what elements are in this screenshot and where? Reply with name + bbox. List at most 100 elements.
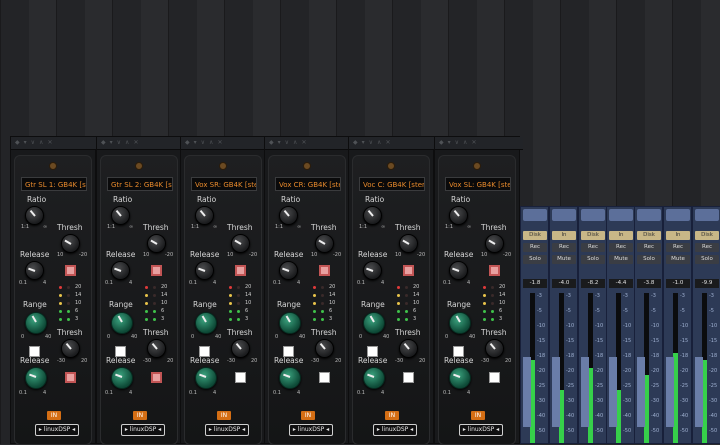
strip-header[interactable]: ◆ ▾ ∨ ∧ ✕ [97,137,185,150]
header-icon[interactable]: ▾ [194,139,197,146]
release2-knob[interactable] [195,367,217,389]
header-icon[interactable]: ◆ [101,139,106,146]
record-button[interactable]: Rec [637,243,661,252]
record-button[interactable]: Rec [695,243,719,252]
mixer-input-button[interactable] [695,209,719,221]
gain-fader[interactable] [695,357,703,427]
header-icon[interactable]: ▾ [110,139,113,146]
header-icon[interactable]: ✕ [217,139,222,146]
strip-header[interactable]: ◆ ▾ ∨ ∧ ✕ [11,137,99,150]
release-knob[interactable] [195,261,214,280]
solo-mute-button[interactable]: Mute [552,255,576,264]
mixer-input-button[interactable] [637,209,661,221]
release2-knob[interactable] [449,367,471,389]
thresh2-knob[interactable] [399,339,418,358]
ratio-knob[interactable] [195,206,214,225]
bypass-button[interactable] [489,372,500,383]
header-icon[interactable]: ◆ [439,139,444,146]
gate-button[interactable] [235,265,246,276]
header-icon[interactable]: ∧ [463,139,467,146]
record-button[interactable]: Rec [552,243,576,252]
gain-fader[interactable] [552,357,560,427]
release-knob[interactable] [363,261,382,280]
range-knob[interactable] [195,312,217,334]
release2-knob[interactable] [111,367,133,389]
record-button[interactable]: Rec [523,243,547,252]
release2-knob[interactable] [25,367,47,389]
strip-header[interactable]: ◆ ▾ ∨ ∧ ✕ [181,137,269,150]
solo-mute-button[interactable]: Solo [695,255,719,264]
header-icon[interactable]: ✕ [471,139,476,146]
bypass-button[interactable] [319,372,330,383]
header-icon[interactable]: ▾ [278,139,281,146]
record-button[interactable]: Rec [666,243,690,252]
gate-button[interactable] [403,265,414,276]
range-knob[interactable] [449,312,471,334]
release-knob[interactable] [111,261,130,280]
range-knob[interactable] [111,312,133,334]
header-icon[interactable]: ✕ [47,139,52,146]
thresh-knob[interactable] [231,234,250,253]
header-icon[interactable]: ▾ [24,139,27,146]
header-icon[interactable]: ◆ [15,139,20,146]
bypass-button[interactable] [235,372,246,383]
release-knob[interactable] [25,261,44,280]
solo-mute-button[interactable]: Solo [523,255,547,264]
thresh2-knob[interactable] [61,339,80,358]
header-icon[interactable]: ✕ [301,139,306,146]
disk-in-button[interactable]: In [552,231,576,240]
header-icon[interactable]: ∨ [201,139,205,146]
mixer-input-button[interactable] [581,209,605,221]
header-icon[interactable]: ◆ [269,139,274,146]
header-icon[interactable]: ∧ [39,139,43,146]
strip-header[interactable]: ◆ ▾ ∨ ∧ ✕ [435,137,523,150]
solo-mute-button[interactable]: Mute [609,255,633,264]
disk-in-button[interactable]: In [666,231,690,240]
ratio-knob[interactable] [279,206,298,225]
mixer-input-button[interactable] [609,209,633,221]
release-knob[interactable] [449,261,468,280]
gain-fader[interactable] [523,357,531,427]
record-button[interactable]: Rec [609,243,633,252]
gain-fader[interactable] [666,357,674,427]
gain-fader[interactable] [581,357,589,427]
header-icon[interactable]: ∨ [455,139,459,146]
header-icon[interactable]: ∨ [369,139,373,146]
release2-knob[interactable] [363,367,385,389]
header-icon[interactable]: ◆ [353,139,358,146]
mixer-input-button[interactable] [523,209,547,221]
thresh2-knob[interactable] [231,339,250,358]
disk-in-button[interactable]: In [609,231,633,240]
thresh2-knob[interactable] [147,339,166,358]
header-icon[interactable]: ∧ [377,139,381,146]
ratio-knob[interactable] [111,206,130,225]
gate-button[interactable] [151,265,162,276]
header-icon[interactable]: ∨ [285,139,289,146]
header-icon[interactable]: ✕ [385,139,390,146]
gain-fader[interactable] [609,357,617,427]
strip-header[interactable]: ◆ ▾ ∨ ∧ ✕ [265,137,353,150]
range-knob[interactable] [363,312,385,334]
header-icon[interactable]: ▾ [448,139,451,146]
header-icon[interactable]: ▾ [362,139,365,146]
header-icon[interactable]: ∨ [31,139,35,146]
header-icon[interactable]: ∧ [209,139,213,146]
thresh-knob[interactable] [61,234,80,253]
record-button[interactable]: Rec [581,243,605,252]
header-icon[interactable]: ✕ [133,139,138,146]
bypass-button[interactable] [151,372,162,383]
gate-button[interactable] [65,265,76,276]
solo-mute-button[interactable]: Solo [637,255,661,264]
disk-in-button[interactable]: Disk [523,231,547,240]
ratio-knob[interactable] [25,206,44,225]
ratio-knob[interactable] [449,206,468,225]
bypass-button[interactable] [65,372,76,383]
solo-mute-button[interactable]: Solo [581,255,605,264]
gain-fader[interactable] [637,357,645,427]
gate-button[interactable] [489,265,500,276]
disk-in-button[interactable]: Disk [581,231,605,240]
release-knob[interactable] [279,261,298,280]
mixer-input-button[interactable] [666,209,690,221]
thresh-knob[interactable] [485,234,504,253]
gate-button[interactable] [319,265,330,276]
